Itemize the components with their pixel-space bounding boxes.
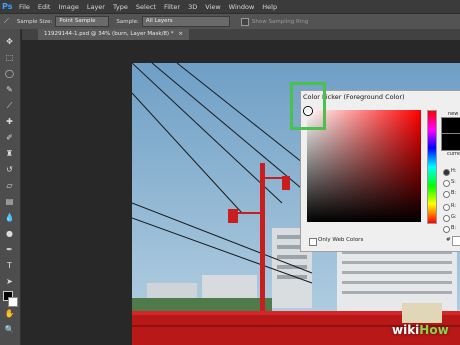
menu-file[interactable]: File <box>19 3 30 11</box>
menu-select[interactable]: Select <box>136 3 156 11</box>
sample-label: Sample: <box>116 18 139 25</box>
only-web-colors-label: Only Web Colors <box>318 237 364 243</box>
move-tool-icon[interactable]: ✥ <box>3 35 16 48</box>
hex-prefix: # <box>446 237 451 243</box>
photoshop-logo: Ps <box>2 2 13 11</box>
lasso-tool-icon[interactable]: ◯ <box>3 67 16 80</box>
watermark-wiki: wiki <box>392 323 420 337</box>
blur-tool-icon[interactable]: 💧 <box>3 211 16 224</box>
document-tab-title: 11929144-1.psd @ 34% (burn, Layer Mask/8… <box>44 31 174 37</box>
watermark: wikiHow <box>392 323 449 337</box>
label-b: B: <box>451 190 457 196</box>
radio-b[interactable] <box>443 191 450 198</box>
close-icon[interactable]: × <box>178 31 183 37</box>
only-web-colors-checkbox[interactable] <box>309 238 317 246</box>
sample-value: All Layers <box>145 18 173 24</box>
menu-filter[interactable]: Filter <box>164 3 180 11</box>
gradient-tool-icon[interactable]: ▤ <box>3 195 16 208</box>
type-tool-icon[interactable]: T <box>3 259 16 272</box>
radio-blue[interactable] <box>443 226 450 233</box>
highlight-box <box>290 82 326 130</box>
hex-input[interactable] <box>452 236 460 246</box>
radio-s[interactable] <box>443 180 450 187</box>
menu-layer[interactable]: Layer <box>87 3 105 11</box>
document-tab-bar: 11929144-1.psd @ 34% (burn, Layer Mask/8… <box>22 29 460 40</box>
menu-help[interactable]: Help <box>262 3 277 11</box>
eraser-tool-icon[interactable]: ▱ <box>3 179 16 192</box>
zoom-tool-icon[interactable]: 🔍 <box>3 323 16 336</box>
sample-size-label: Sample Size: <box>16 18 53 25</box>
label-g: G: <box>451 214 457 220</box>
menu-bar: Ps File Edit Image Layer Type Select Fil… <box>0 0 460 13</box>
current-color-swatch[interactable] <box>441 133 460 151</box>
menu-view[interactable]: View <box>205 3 220 11</box>
label-h: H: <box>451 168 457 174</box>
quick-select-tool-icon[interactable]: ✎ <box>3 83 16 96</box>
radio-r[interactable] <box>443 204 450 211</box>
brush-tool-icon[interactable]: ✐ <box>3 131 16 144</box>
label-blue: B: <box>451 225 457 231</box>
eyedropper-tool-icon[interactable]: ⟋ <box>3 99 16 112</box>
pen-tool-icon[interactable]: ✒ <box>3 243 16 256</box>
radio-g[interactable] <box>443 215 450 222</box>
menu-type[interactable]: Type <box>113 3 128 11</box>
options-bar: ⟋ Sample Size: Point Sample Sample: All … <box>0 13 460 30</box>
current-color-label: curren <box>447 151 460 157</box>
label-s: S: <box>451 179 456 185</box>
radio-h[interactable] <box>443 169 450 176</box>
tools-panel: ✥ ⬚ ◯ ✎ ⟋ ✚ ✐ ♜ ↺ ▱ ▤ 💧 ● ✒ T ➤ ▭ ✋ 🔍 <box>0 29 21 345</box>
eyedropper-icon[interactable]: ⟋ <box>4 17 9 26</box>
hand-tool-icon[interactable]: ✋ <box>3 307 16 320</box>
dodge-tool-icon[interactable]: ● <box>3 227 16 240</box>
healing-brush-tool-icon[interactable]: ✚ <box>3 115 16 128</box>
path-select-tool-icon[interactable]: ➤ <box>3 275 16 288</box>
menu-image[interactable]: Image <box>58 3 78 11</box>
show-ring-checkbox[interactable] <box>240 17 249 26</box>
background-color-swatch[interactable] <box>8 297 18 307</box>
marquee-tool-icon[interactable]: ⬚ <box>3 51 16 64</box>
stamp-tool-icon[interactable]: ♜ <box>3 147 16 160</box>
watermark-how: How <box>419 323 449 337</box>
menu-3d[interactable]: 3D <box>188 3 197 11</box>
menu-window[interactable]: Window <box>229 3 255 11</box>
menu-edit[interactable]: Edit <box>38 3 51 11</box>
hue-slider[interactable] <box>427 110 437 224</box>
document-tab[interactable]: 11929144-1.psd @ 34% (burn, Layer Mask/8… <box>38 29 189 40</box>
label-r: R: <box>451 203 457 209</box>
sample-size-select[interactable]: Point Sample <box>55 16 110 27</box>
show-ring-label: Show Sampling Ring <box>251 18 309 25</box>
sample-select[interactable]: All Layers <box>141 16 230 27</box>
sample-size-value: Point Sample <box>59 18 96 24</box>
history-brush-tool-icon[interactable]: ↺ <box>3 163 16 176</box>
